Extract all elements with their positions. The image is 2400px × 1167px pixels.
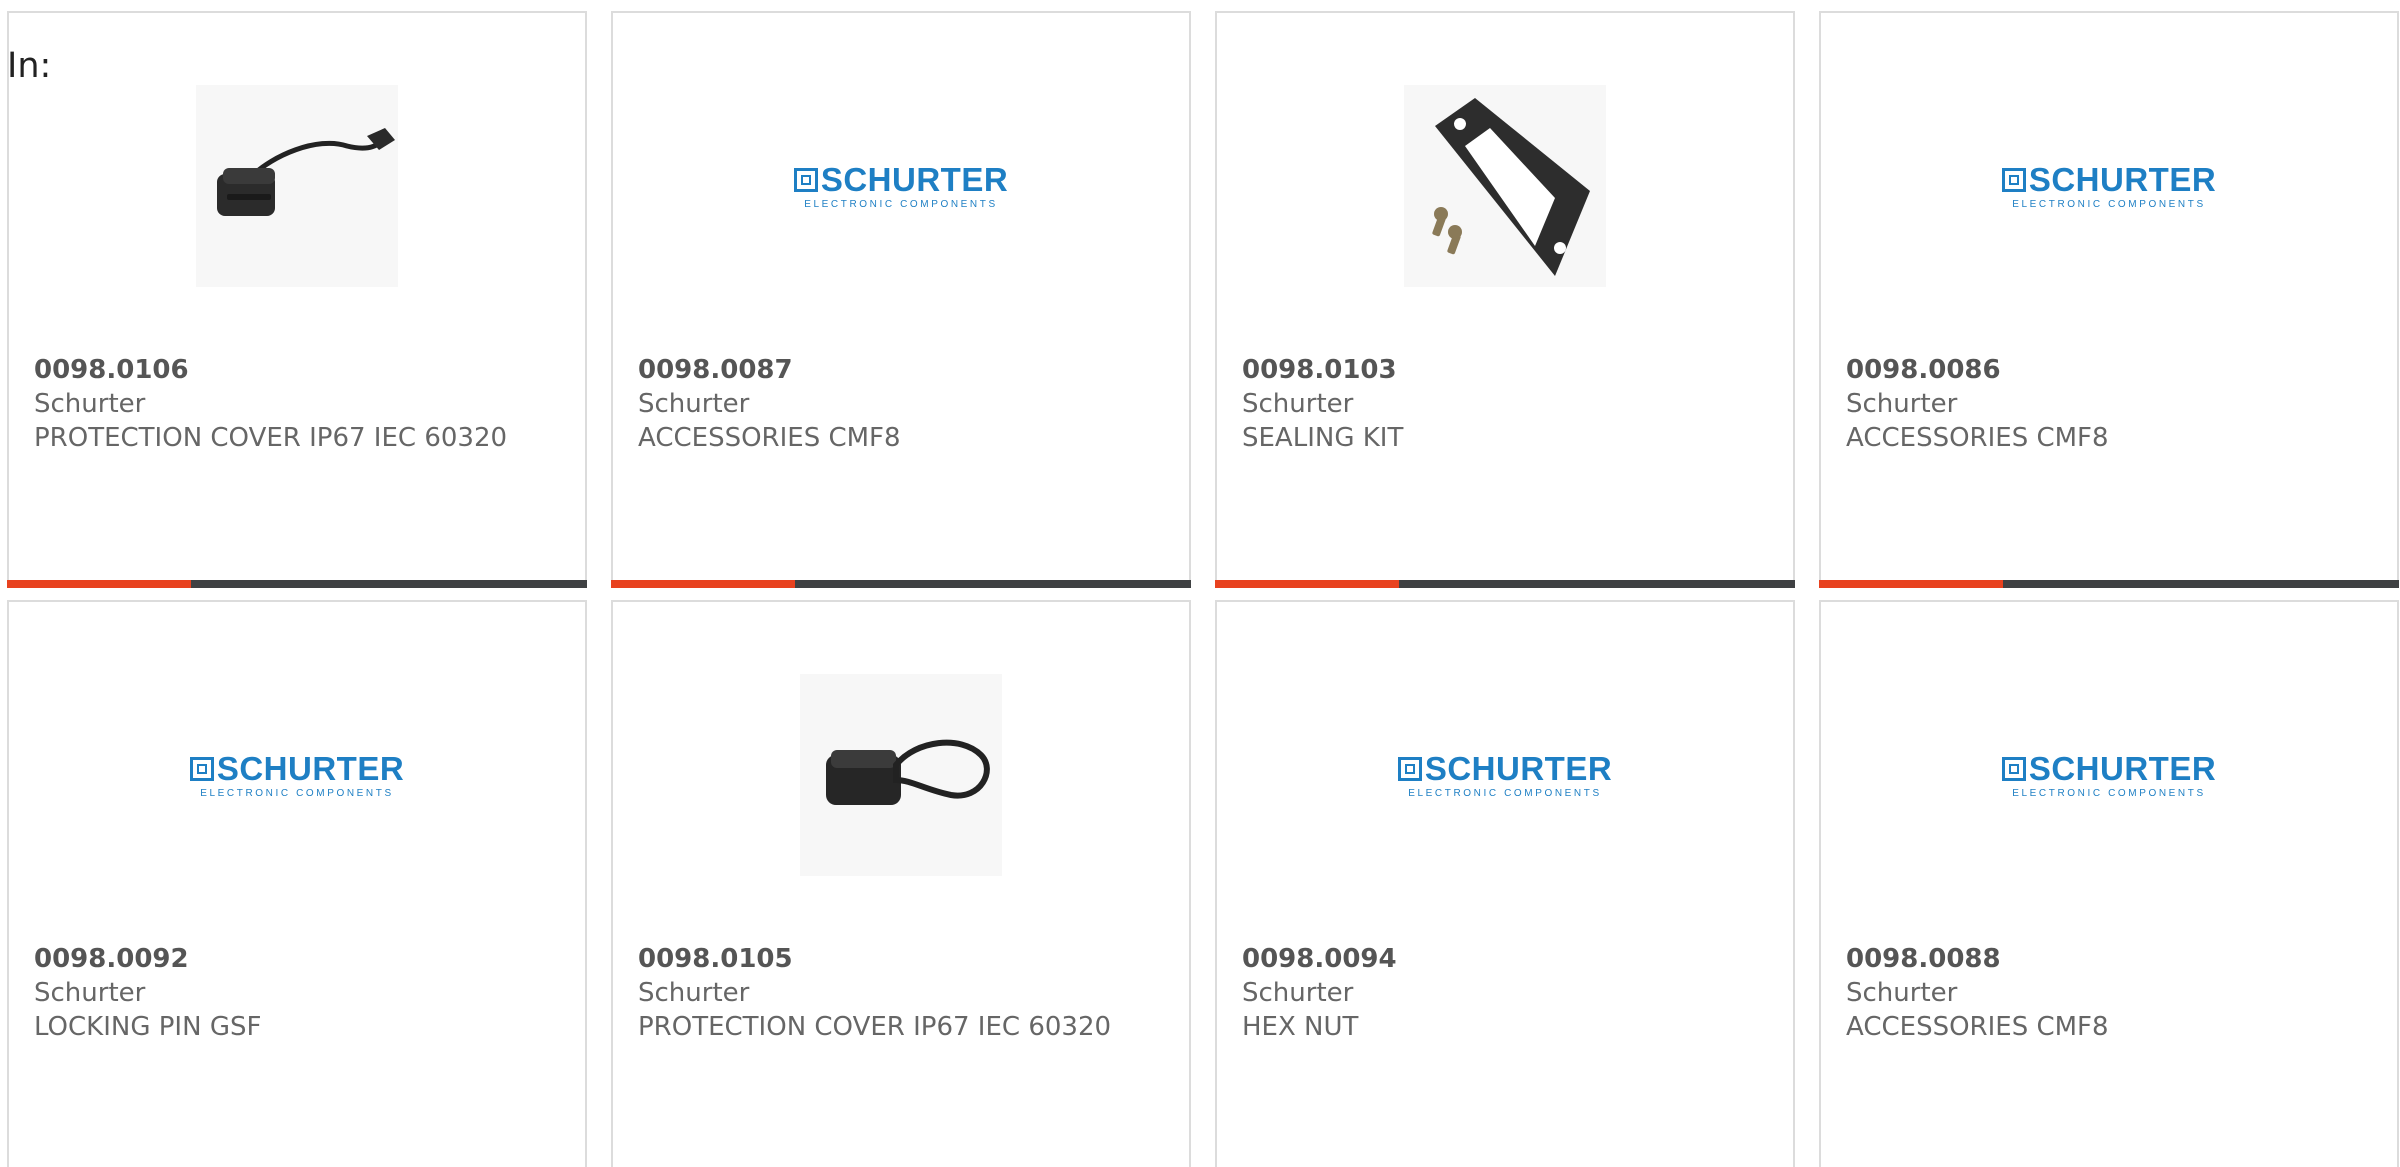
product-card[interactable]: 0098.0103 Schurter SEALING KIT (1215, 11, 1795, 588)
manufacturer-name: Schurter (1242, 978, 1354, 1008)
product-description: PROTECTION COVER IP67 IEC 60320 (638, 1012, 1112, 1042)
part-number[interactable]: 0098.0086 (1846, 353, 2326, 387)
product-description: LOCKING PIN GSF (34, 1012, 262, 1042)
product-card[interactable]: SCHURTER ELECTRONIC COMPONENTS 0098.0094 … (1215, 600, 1795, 1167)
part-number[interactable]: 0098.0088 (1846, 942, 2326, 976)
product-image[interactable]: SCHURTER ELECTRONIC COMPONENTS (793, 85, 1008, 287)
product-image[interactable]: SCHURTER ELECTRONIC COMPONENTS (189, 674, 404, 876)
product-image[interactable]: SCHURTER ELECTRONIC COMPONENTS (1397, 674, 1612, 876)
product-info: 0098.0105 Schurter PROTECTION COVER IP67… (638, 942, 1118, 1044)
part-number[interactable]: 0098.0105 (638, 942, 1118, 976)
product-info: 0098.0103 Schurter SEALING KIT (1242, 353, 1722, 455)
manufacturer-name: Schurter (34, 389, 146, 419)
product-image[interactable]: SCHURTER ELECTRONIC COMPONENTS (2001, 674, 2216, 876)
product-info: 0098.0088 Schurter ACCESSORIES CMF8 (1846, 942, 2326, 1044)
product-image[interactable]: SCHURTER ELECTRONIC COMPONENTS (2001, 85, 2216, 287)
filter-in-label: In: (7, 46, 52, 86)
schurter-logo: SCHURTER ELECTRONIC COMPONENTS (2001, 162, 2216, 210)
schurter-logo: SCHURTER ELECTRONIC COMPONENTS (1397, 751, 1612, 799)
product-results-page: In: 0098.0106 Schurter PROTECTION COVER … (0, 0, 2400, 1167)
product-description: ACCESSORIES CMF8 (638, 423, 901, 453)
part-number[interactable]: 0098.0103 (1242, 353, 1722, 387)
product-card[interactable]: 0098.0106 Schurter PROTECTION COVER IP67… (7, 11, 587, 588)
product-grid: 0098.0106 Schurter PROTECTION COVER IP67… (7, 11, 2399, 1167)
product-info: 0098.0087 Schurter ACCESSORIES CMF8 (638, 353, 1118, 455)
manufacturer-name: Schurter (638, 389, 750, 419)
manufacturer-name: Schurter (1846, 389, 1958, 419)
sealing-kit-image (1432, 98, 1590, 276)
schurter-logo: SCHURTER ELECTRONIC COMPONENTS (793, 162, 1008, 210)
product-description: PROTECTION COVER IP67 IEC 60320 (34, 423, 508, 453)
product-card[interactable]: 0098.0105 Schurter PROTECTION COVER IP67… (611, 600, 1191, 1167)
product-card[interactable]: SCHURTER ELECTRONIC COMPONENTS 0098.0092 … (7, 600, 587, 1167)
product-card[interactable]: SCHURTER ELECTRONIC COMPONENTS 0098.0087 … (611, 11, 1191, 588)
schurter-logo: SCHURTER ELECTRONIC COMPONENTS (2001, 751, 2216, 799)
manufacturer-name: Schurter (1242, 389, 1354, 419)
part-number[interactable]: 0098.0106 (34, 353, 514, 387)
manufacturer-name: Schurter (638, 978, 750, 1008)
product-info: 0098.0092 Schurter LOCKING PIN GSF (34, 942, 514, 1044)
protection-cover-flat-image (826, 739, 990, 805)
product-description: ACCESSORIES CMF8 (1846, 423, 2109, 453)
product-image[interactable] (196, 85, 398, 287)
part-number[interactable]: 0098.0087 (638, 353, 1118, 387)
manufacturer-name: Schurter (34, 978, 146, 1008)
product-info: 0098.0094 Schurter HEX NUT (1242, 942, 1722, 1044)
product-image[interactable] (1404, 85, 1606, 287)
product-info: 0098.0086 Schurter ACCESSORIES CMF8 (1846, 353, 2326, 455)
product-description: SEALING KIT (1242, 423, 1404, 453)
card-accent-bar (7, 580, 587, 588)
manufacturer-name: Schurter (1846, 978, 1958, 1008)
part-number[interactable]: 0098.0094 (1242, 942, 1722, 976)
product-description: ACCESSORIES CMF8 (1846, 1012, 2109, 1042)
product-card[interactable]: SCHURTER ELECTRONIC COMPONENTS 0098.0088 … (1819, 600, 2399, 1167)
protection-cover-image (217, 128, 395, 216)
product-card[interactable]: SCHURTER ELECTRONIC COMPONENTS 0098.0086 … (1819, 11, 2399, 588)
part-number[interactable]: 0098.0092 (34, 942, 514, 976)
product-description: HEX NUT (1242, 1012, 1359, 1042)
product-info: 0098.0106 Schurter PROTECTION COVER IP67… (34, 353, 514, 455)
card-accent-bar (1215, 580, 1795, 588)
product-image[interactable] (800, 674, 1002, 876)
schurter-logo: SCHURTER ELECTRONIC COMPONENTS (189, 751, 404, 799)
card-accent-bar (1819, 580, 2399, 588)
card-accent-bar (611, 580, 1191, 588)
